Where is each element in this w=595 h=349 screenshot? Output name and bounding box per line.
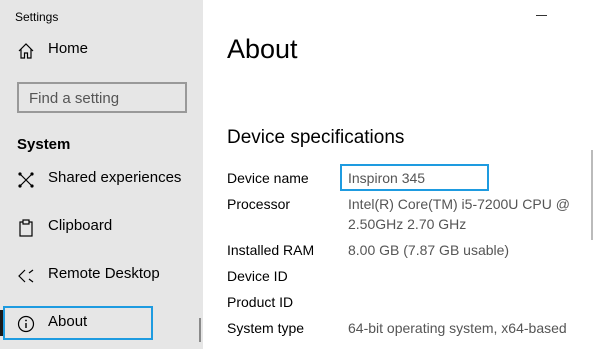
spec-label-device-id: Device ID: [227, 268, 288, 284]
page-title: About: [227, 34, 298, 64]
sidebar-item-label: Home: [48, 40, 89, 57]
spec-label-installed-ram: Installed RAM: [227, 242, 315, 258]
spec-label-system-type: System type: [227, 320, 305, 336]
sidebar-item-remote-desktop[interactable]: Remote Desktop: [0, 258, 203, 292]
sidebar-item-clipboard[interactable]: Clipboard: [0, 210, 203, 244]
minimize-icon[interactable]: [536, 15, 547, 16]
sidebar-item-label: Clipboard: [48, 217, 113, 234]
spec-value-device-name: Inspiron 345: [348, 170, 426, 186]
about-highlight-box: [3, 306, 153, 340]
sidebar-item-label: Shared experiences: [48, 169, 182, 186]
clipboard-icon: [19, 219, 33, 237]
section-title: Device specifications: [227, 127, 405, 148]
spec-label-product-id: Product ID: [227, 294, 294, 310]
spec-value-installed-ram: 8.00 GB (7.87 GB usable): [348, 242, 510, 258]
sidebar: Settings Home Find a setting System Shar…: [0, 0, 203, 349]
search-placeholder: Find a setting: [29, 90, 120, 107]
spec-value-processor-speed: 2.50GHz 2.70 GHz: [348, 216, 467, 232]
home-icon: [18, 43, 34, 59]
sidebar-scrollbar[interactable]: [199, 318, 201, 342]
window-title: Settings: [15, 10, 59, 24]
sidebar-item-label: Remote Desktop: [48, 265, 160, 282]
main-scrollbar[interactable]: [591, 150, 593, 240]
shared-experiences-icon: [18, 172, 34, 188]
sidebar-section-title: System: [17, 136, 71, 153]
sidebar-item-home[interactable]: Home: [0, 33, 203, 67]
sidebar-item-shared-experiences[interactable]: Shared experiences: [0, 162, 203, 196]
search-input[interactable]: Find a setting: [17, 82, 187, 113]
spec-label-device-name: Device name: [227, 170, 309, 186]
remote-desktop-icon: [18, 269, 34, 283]
spec-value-processor: Intel(R) Core(TM) i5-7200U CPU @: [348, 196, 570, 212]
spec-label-processor: Processor: [227, 196, 291, 212]
spec-value-system-type: 64-bit operating system, x64-based: [348, 320, 567, 336]
